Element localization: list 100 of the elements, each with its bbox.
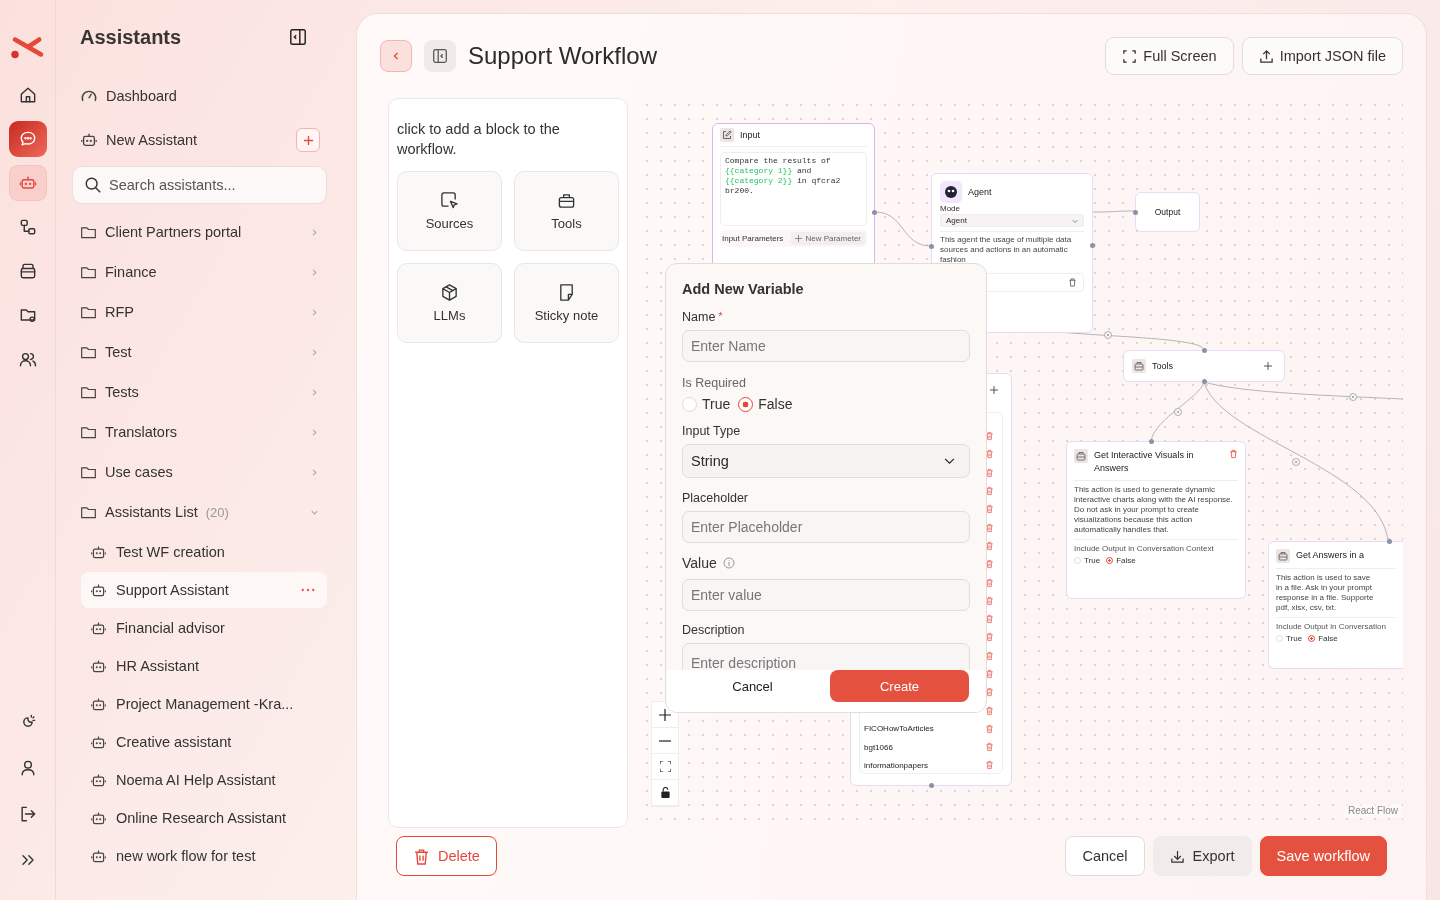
trash-icon[interactable] — [985, 504, 994, 515]
handle-dot[interactable] — [1202, 348, 1207, 353]
trash-icon[interactable] — [985, 614, 994, 625]
assistant-item[interactable]: Support Assistant — [81, 572, 327, 608]
handle-dot[interactable] — [929, 783, 934, 788]
save-button[interactable]: Save workflow — [1259, 836, 1387, 876]
new-assistant-link[interactable]: New Assistant — [106, 132, 288, 148]
delete-button[interactable]: Delete — [396, 836, 497, 876]
folder-item[interactable]: Finance — [80, 252, 327, 292]
assistant-item[interactable]: new work flow for test — [81, 838, 327, 874]
remove-edge-icon[interactable] — [1174, 408, 1182, 416]
toolbox-icon — [1074, 449, 1088, 463]
radio-option[interactable]: True — [682, 396, 731, 412]
handle-dot[interactable] — [1149, 439, 1154, 444]
source-name: informationpapers — [864, 761, 929, 770]
radio-option[interactable]: True — [1074, 556, 1101, 565]
radio-option[interactable]: False — [738, 396, 793, 412]
assistant-item[interactable]: Online Research Assistant — [81, 800, 327, 836]
cancel-button[interactable]: Cancel — [1065, 836, 1145, 876]
input-type-select[interactable]: String — [682, 444, 970, 478]
name-field[interactable]: Enter Name — [682, 330, 970, 362]
folder-item[interactable]: Assistants List (20) — [80, 492, 327, 532]
handle-dot[interactable] — [1202, 379, 1207, 384]
handle-dot[interactable] — [929, 244, 934, 249]
trash-icon[interactable] — [985, 559, 994, 570]
plus-icon[interactable] — [990, 386, 998, 394]
trash-icon[interactable] — [985, 650, 994, 661]
bot-icon[interactable] — [8, 165, 47, 201]
trash-icon[interactable] — [1229, 449, 1238, 459]
remove-edge-icon[interactable] — [1292, 458, 1300, 466]
remove-edge-icon[interactable] — [1349, 393, 1357, 401]
assistant-item[interactable]: Test WF creation — [81, 534, 327, 570]
export-button[interactable]: Export — [1152, 836, 1252, 876]
assistant-item[interactable]: Project Management -Kra... — [81, 686, 327, 722]
chat-icon[interactable] — [8, 121, 47, 157]
folder-item[interactable]: Client Partners portal — [80, 212, 327, 252]
trash-icon[interactable] — [985, 449, 994, 460]
trash-icon[interactable] — [985, 760, 994, 771]
folder-item[interactable]: Translators — [80, 412, 327, 452]
assistant-item[interactable]: HR Assistant — [81, 648, 327, 684]
toggle-panel-button[interactable] — [424, 40, 456, 72]
trash-icon[interactable] — [985, 723, 994, 734]
chevron-icon — [310, 387, 319, 397]
note-block-button[interactable]: Sticky note — [514, 263, 619, 343]
trash-icon[interactable] — [985, 705, 994, 716]
action-node[interactable] — [1066, 441, 1246, 599]
tools-block-button[interactable]: Tools — [514, 171, 619, 251]
assistant-item[interactable]: Creative assistant — [81, 724, 327, 760]
plus-icon[interactable] — [1264, 362, 1272, 370]
radio-option[interactable]: True — [1276, 634, 1303, 643]
assistant-item[interactable]: Financial advisor — [81, 610, 327, 646]
trash-icon — [413, 847, 430, 865]
import-button[interactable]: Import JSON file — [1241, 37, 1403, 75]
mode-select[interactable]: Agent — [940, 214, 1084, 227]
llms-block-button[interactable]: LLMs — [397, 263, 502, 343]
dashboard-link[interactable]: Dashboard — [106, 88, 320, 104]
trash-icon[interactable] — [985, 522, 994, 533]
attribution-link[interactable]: React Flow — [1345, 804, 1401, 817]
trash-icon[interactable] — [1068, 278, 1077, 287]
description-field[interactable]: Enter description — [682, 643, 970, 671]
trash-icon[interactable] — [985, 486, 994, 497]
toolbox-icon — [1132, 359, 1146, 373]
prompt-field[interactable]: Compare the results of {{category 1}} and {{category 2}} in qfcra2 br200. — [720, 152, 867, 226]
handle-dot[interactable] — [872, 210, 877, 215]
create-button[interactable]: Create — [830, 670, 969, 703]
assistant-item[interactable]: Noema AI Help Assistant — [81, 762, 327, 798]
folder-item[interactable]: RFP — [80, 292, 327, 332]
back-button[interactable] — [380, 40, 412, 72]
trash-icon[interactable] — [985, 467, 994, 478]
tools-node[interactable]: Tools — [1123, 350, 1285, 382]
cube-icon — [440, 283, 459, 302]
radio-option[interactable]: False — [1106, 556, 1136, 565]
new-parameter-button[interactable]: New Parameter — [791, 232, 865, 245]
sources-block-button[interactable]: Sources — [397, 171, 502, 251]
handle-dot[interactable] — [1090, 243, 1095, 248]
add-assistant-button[interactable] — [296, 128, 320, 152]
fullscreen-button[interactable]: Full Screen — [1105, 37, 1234, 75]
remove-edge-icon[interactable] — [1104, 331, 1112, 339]
output-node[interactable]: Output — [1135, 192, 1200, 232]
collapse-sidebar-icon[interactable] — [289, 28, 307, 46]
trash-icon[interactable] — [985, 632, 994, 643]
folder-item[interactable]: Use cases — [80, 452, 327, 492]
search-icon — [84, 176, 102, 194]
trash-icon[interactable] — [985, 540, 994, 551]
folder-item[interactable]: Tests — [80, 372, 327, 412]
folder-item[interactable]: Test — [80, 332, 327, 372]
trash-icon[interactable] — [985, 669, 994, 679]
search-field[interactable]: Search assistants... — [72, 166, 327, 204]
action-node[interactable]: Get Answers in a This action is used to save in a file. Ask in your prompt response in a file. Supporte pdf, xlsx, csv, txt. Include Output in Conversation True False — [1268, 541, 1403, 669]
trash-icon[interactable] — [985, 431, 994, 442]
trash-icon[interactable] — [985, 687, 994, 698]
placeholder-field[interactable]: Enter Placeholder — [682, 511, 970, 543]
radio-option[interactable]: False — [1308, 634, 1338, 643]
handle-dot[interactable] — [1133, 210, 1138, 215]
trash-icon[interactable] — [985, 742, 994, 753]
trash-icon[interactable] — [985, 577, 994, 588]
more-icon[interactable] — [301, 588, 315, 592]
value-field[interactable]: Enter value — [682, 579, 970, 611]
trash-icon[interactable] — [985, 595, 994, 606]
handle-dot[interactable] — [1387, 539, 1392, 544]
